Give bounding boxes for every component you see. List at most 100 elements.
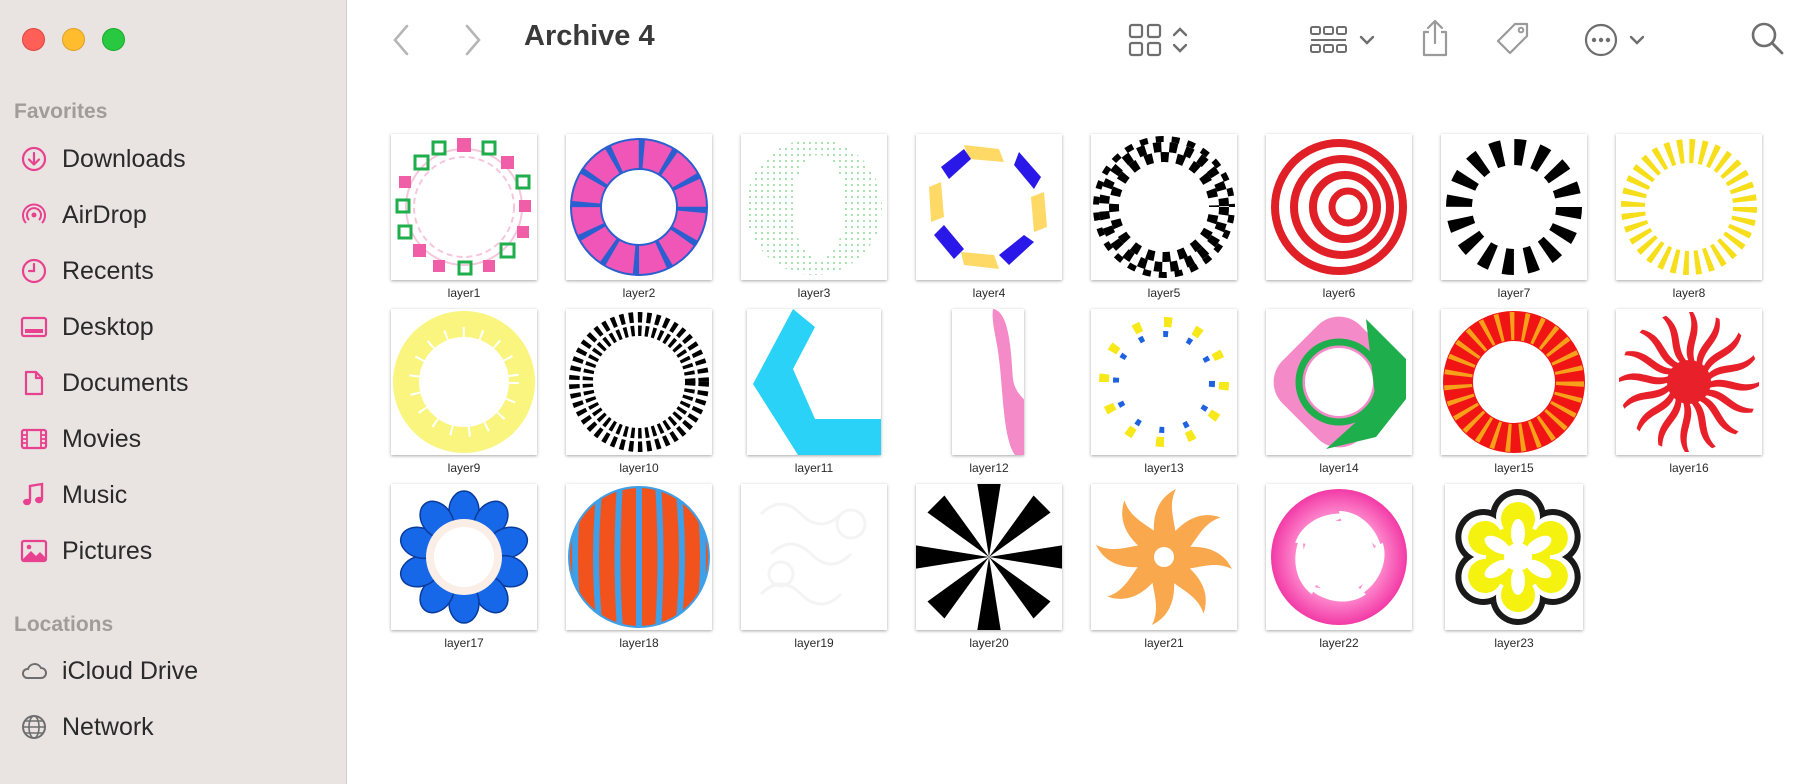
sidebar-item-label: Downloads [62,144,186,173]
file-item[interactable]: layer4 [914,134,1064,302]
up-down-chevron-icon [1172,27,1188,53]
film-icon [18,423,50,455]
sidebar-item-airdrop[interactable]: AirDrop [18,195,147,235]
window-title: Archive 4 [524,20,655,52]
file-name: layer9 [447,461,481,475]
file-item[interactable]: layer11 [739,309,889,477]
file-item[interactable]: layer7 [1439,134,1589,302]
sidebar-item-documents[interactable]: Documents [18,363,188,403]
file-thumbnail [391,484,537,630]
file-name: layer15 [1494,461,1534,475]
file-name: layer17 [444,636,484,650]
file-thumbnail [391,134,537,280]
favorites-section-title: Favorites [14,100,108,123]
file-thumbnail [1266,309,1412,455]
forward-button[interactable] [461,22,485,58]
file-item[interactable]: layer16 [1614,309,1764,477]
sidebar-item-downloads[interactable]: Downloads [18,139,186,179]
file-thumbnail [747,309,881,455]
search-button[interactable] [1747,18,1787,58]
file-thumbnail [1616,309,1762,455]
sidebar-item-movies[interactable]: Movies [18,419,141,459]
file-name: layer19 [794,636,834,650]
sidebar-item-pictures[interactable]: Pictures [18,531,152,571]
main-content: Archive 4 layer1 layer2 layer3 layer4 la… [347,0,1814,784]
close-window-button[interactable] [22,28,45,51]
file-name: layer1 [447,286,481,300]
chevron-down-icon [1629,35,1645,45]
search-icon [1751,22,1784,55]
file-thumbnail [741,484,887,630]
sidebar-item-label: Music [62,480,128,509]
file-name: layer22 [1319,636,1359,650]
file-name: layer14 [1319,461,1359,475]
sidebar: Favorites Downloads AirDrop Recents Desk… [0,0,347,784]
share-icon [1422,19,1448,57]
file-item[interactable]: layer18 [564,484,714,652]
file-thumbnail [1445,484,1583,630]
file-item[interactable]: layer8 [1614,134,1764,302]
file-thumbnail [391,309,537,455]
share-button[interactable] [1415,16,1455,60]
file-thumbnail [741,134,887,280]
file-name: layer4 [972,286,1006,300]
ellipsis-circle-icon [1584,23,1618,57]
sidebar-item-network[interactable]: Network [18,707,154,747]
globe-icon [18,711,50,743]
file-name: layer16 [1669,461,1709,475]
file-item[interactable]: layer1 [389,134,539,302]
back-button[interactable] [389,22,413,58]
file-item[interactable]: layer17 [389,484,539,652]
sidebar-item-music[interactable]: Music [18,475,127,515]
file-item[interactable]: layer19 [739,484,889,652]
file-item[interactable]: layer14 [1264,309,1414,477]
file-thumbnail [1266,484,1412,630]
file-name: layer7 [1497,286,1531,300]
sidebar-item-desktop[interactable]: Desktop [18,307,154,347]
file-item[interactable]: layer20 [914,484,1064,652]
file-item[interactable]: layer6 [1264,134,1414,302]
group-by-button[interactable] [1305,20,1381,60]
airdrop-icon [18,199,50,231]
music-note-icon [18,479,50,511]
file-item[interactable]: layer15 [1439,309,1589,477]
sidebar-item-label: iCloud Drive [62,656,199,685]
file-item[interactable]: layer12 [914,309,1064,477]
file-item[interactable]: layer21 [1089,484,1239,652]
file-thumbnail [916,484,1062,630]
sidebar-item-label: Pictures [62,536,153,565]
file-thumbnail [1266,134,1412,280]
zoom-window-button[interactable] [102,28,125,51]
file-thumbnail [1091,309,1237,455]
file-thumbnail [916,134,1062,280]
file-thumbnail [1441,309,1587,455]
file-name: layer6 [1322,286,1356,300]
file-item[interactable]: layer23 [1439,484,1589,652]
file-name: layer2 [622,286,656,300]
file-item[interactable]: layer2 [564,134,714,302]
file-name: layer13 [1144,461,1184,475]
file-name: layer21 [1144,636,1184,650]
view-mode-button[interactable] [1126,20,1192,60]
sidebar-item-label: Movies [62,424,142,453]
file-item[interactable]: layer5 [1089,134,1239,302]
tags-button[interactable] [1491,18,1535,62]
file-name: layer11 [794,461,834,475]
file-thumbnail [566,134,712,280]
sidebar-item-icloud-drive[interactable]: iCloud Drive [18,651,198,691]
file-thumbnail [1441,134,1587,280]
file-item[interactable]: layer9 [389,309,539,477]
locations-section-title: Locations [14,613,114,636]
minimize-window-button[interactable] [62,28,85,51]
file-item[interactable]: layer10 [564,309,714,477]
file-item[interactable]: layer13 [1089,309,1239,477]
file-item[interactable]: layer22 [1264,484,1414,652]
more-actions-button[interactable] [1577,20,1653,60]
file-item[interactable]: layer3 [739,134,889,302]
document-icon [18,367,50,399]
chevron-down-icon [1359,35,1375,45]
sidebar-item-label: Desktop [62,312,154,341]
sidebar-item-recents[interactable]: Recents [18,251,154,291]
file-thumbnail [1616,134,1762,280]
desktop-icon [18,311,50,343]
